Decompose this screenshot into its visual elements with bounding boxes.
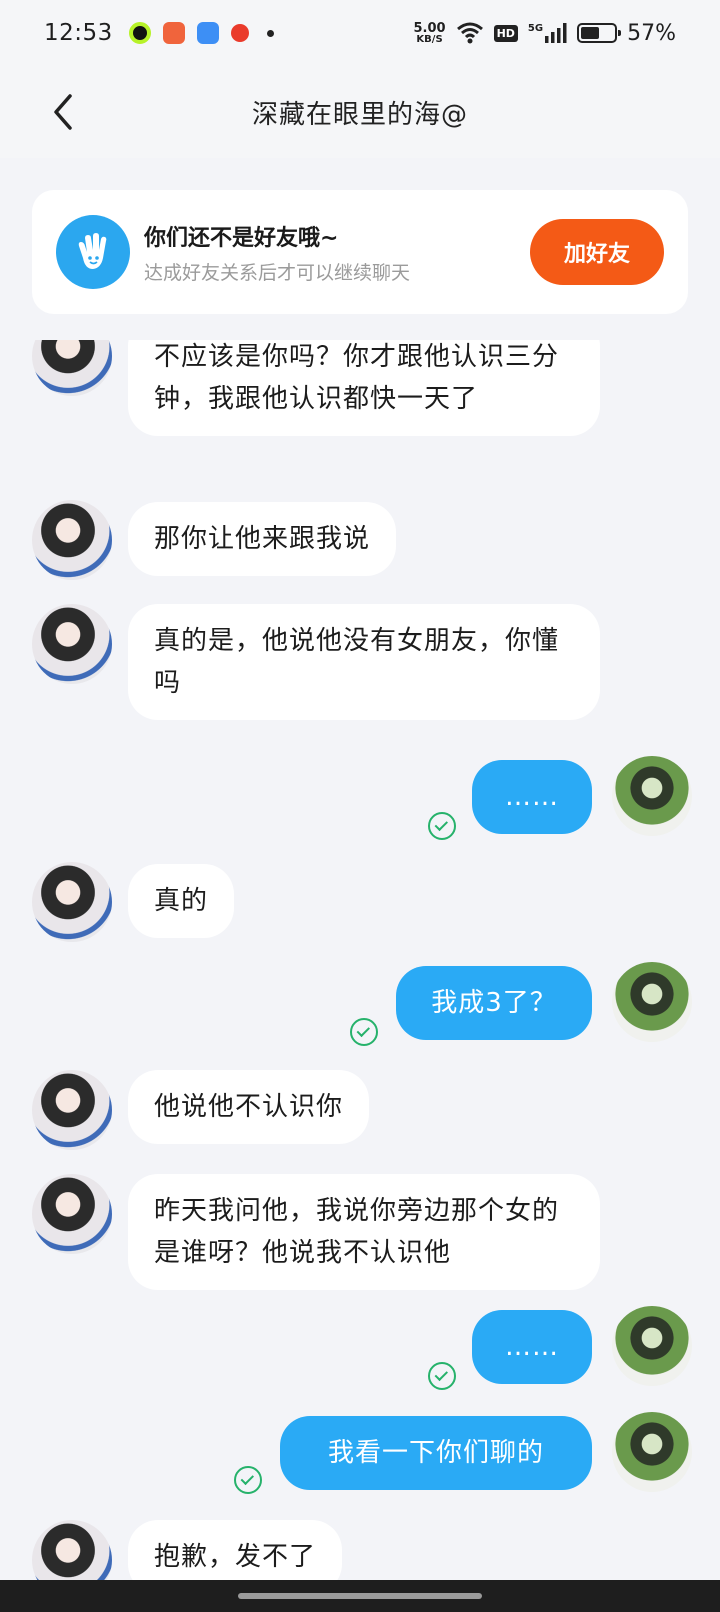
network-speed-unit: KB/S xyxy=(416,33,443,45)
battery-fill xyxy=(581,27,600,39)
signal-indicator: 5G xyxy=(528,23,567,43)
read-check-icon xyxy=(234,1466,262,1494)
signal-bars-icon xyxy=(545,23,567,43)
system-navigation-bar xyxy=(0,1580,720,1612)
user-avatar[interactable] xyxy=(612,756,692,836)
friend-notice-card: 你们还不是好友哦~ 达成好友关系后才可以继续聊天 加好友 xyxy=(32,190,688,314)
user-avatar[interactable] xyxy=(612,962,692,1042)
hand-wave-icon xyxy=(56,215,130,289)
status-time: 12:53 xyxy=(44,20,113,46)
add-friend-button[interactable]: 加好友 xyxy=(530,219,664,285)
notice-sub-text: 达成好友关系后才可以继续聊天 xyxy=(144,261,411,284)
contact-avatar[interactable] xyxy=(32,862,112,942)
battery-percent: 57% xyxy=(627,20,676,46)
contact-avatar[interactable] xyxy=(32,1070,112,1150)
contact-avatar[interactable] xyxy=(32,1520,112,1580)
status-indicators: 5.00 KB/S HD 5G 57% xyxy=(414,21,677,46)
outgoing-message-bubble[interactable]: 我成3了？ xyxy=(396,966,592,1040)
outgoing-message-bubble[interactable]: …… xyxy=(472,1310,592,1384)
read-check-icon xyxy=(350,1018,378,1046)
signal-type: 5G xyxy=(527,23,544,34)
wifi-icon xyxy=(456,22,483,44)
back-button[interactable] xyxy=(44,90,88,134)
notice-main-text: 你们还不是好友哦~ xyxy=(144,225,339,251)
read-check-icon xyxy=(428,812,456,840)
outgoing-message-bubble[interactable]: …… xyxy=(472,760,592,834)
battery-icon xyxy=(577,23,622,43)
hd-badge: HD xyxy=(493,24,518,42)
status-bar: 12:53 5.00 KB/S HD 5G 57% xyxy=(0,0,720,66)
chat-header: 深藏在眼里的海@ xyxy=(0,66,720,158)
notice-text: 你们还不是好友哦~ 达成好友关系后才可以继续聊天 xyxy=(144,220,530,285)
network-speed: 5.00 KB/S xyxy=(414,22,446,45)
read-check-icon xyxy=(428,1362,456,1390)
contact-avatar[interactable] xyxy=(32,500,112,580)
user-avatar[interactable] xyxy=(612,1306,692,1386)
messages-app-icon xyxy=(196,22,219,44)
back-arrow-icon xyxy=(54,94,72,130)
user-avatar[interactable] xyxy=(612,1412,692,1492)
outgoing-message-bubble[interactable]: 我看一下你们聊的 xyxy=(280,1416,592,1490)
contact-avatar[interactable] xyxy=(32,1174,112,1254)
alert-app-icon xyxy=(230,24,249,42)
message-list[interactable]: 不应该是你吗？你才跟他认识三分钟，我跟他认识都快一天了 那你让他来跟我说 真的是… xyxy=(0,340,720,1580)
more-notifications-icon xyxy=(266,29,274,37)
network-speed-value: 5.00 xyxy=(413,20,446,36)
incoming-message-bubble[interactable]: 他说他不认识你 xyxy=(128,1070,370,1144)
contact-avatar[interactable] xyxy=(32,340,112,396)
incoming-message-bubble[interactable]: 昨天我问他，我说你旁边那个女的是谁呀？他说我不认识他 xyxy=(128,1174,600,1290)
contact-avatar[interactable] xyxy=(32,604,112,684)
incoming-message-bubble[interactable]: 抱歉，发不了 xyxy=(128,1520,343,1580)
shopping-app-icon xyxy=(162,22,185,44)
incoming-message-bubble[interactable]: 不应该是你吗？你才跟他认识三分钟，我跟他认识都快一天了 xyxy=(128,340,600,436)
incoming-message-bubble[interactable]: 真的 xyxy=(128,864,235,938)
incoming-message-bubble[interactable]: 真的是，他说他没有女朋友，你懂吗 xyxy=(128,604,600,720)
app-notification-icon xyxy=(128,22,151,44)
incoming-message-bubble[interactable]: 那你让他来跟我说 xyxy=(128,502,397,576)
home-indicator[interactable] xyxy=(238,1593,482,1599)
chat-title: 深藏在眼里的海@ xyxy=(251,99,468,130)
